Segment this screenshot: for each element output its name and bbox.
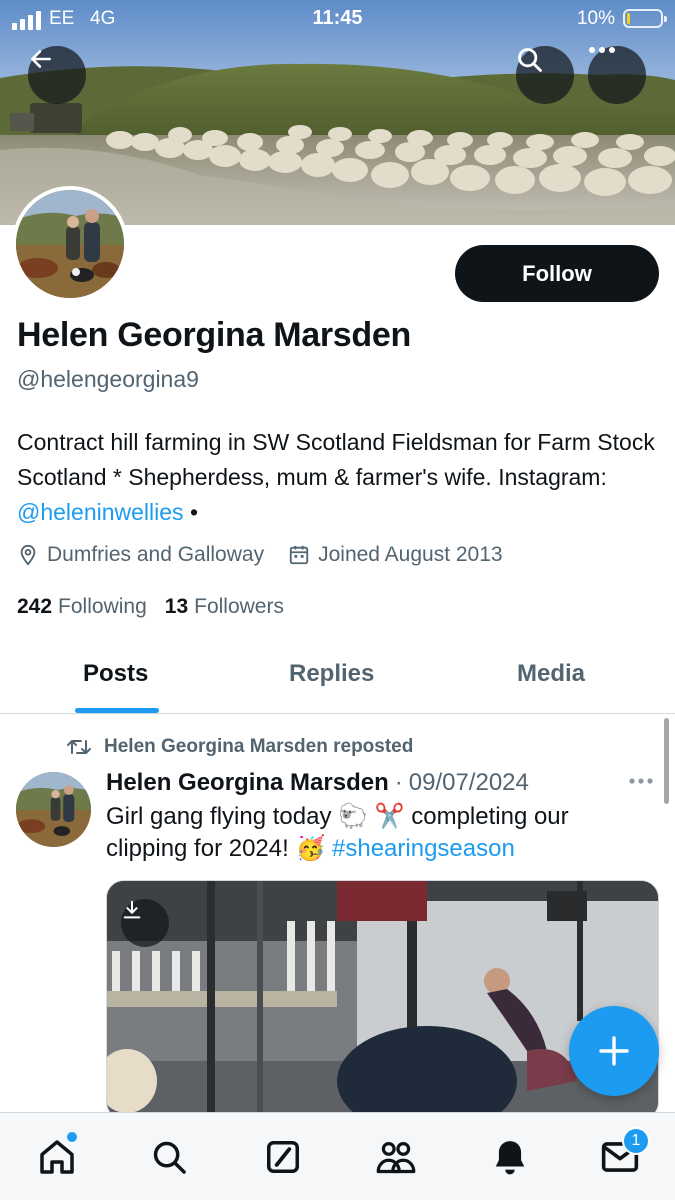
joined-label: Joined August 2013 bbox=[318, 543, 503, 566]
repost-icon bbox=[67, 740, 91, 754]
post-author-avatar[interactable] bbox=[16, 772, 91, 847]
post-separator: · bbox=[394, 769, 403, 796]
nav-messages[interactable]: 1 bbox=[598, 1127, 650, 1179]
post-author-name[interactable]: Helen Georgina Marsden bbox=[106, 769, 389, 797]
calendar-icon bbox=[289, 545, 309, 565]
bottom-navigation: 1 bbox=[0, 1112, 675, 1200]
home-icon bbox=[40, 1140, 74, 1174]
search-icon bbox=[153, 1141, 186, 1174]
bio-suffix: • bbox=[183, 499, 199, 525]
following-stat[interactable]: 242 Following bbox=[17, 595, 147, 619]
search-icon bbox=[518, 48, 542, 72]
download-button[interactable] bbox=[121, 899, 169, 947]
tab-replies[interactable]: Replies bbox=[289, 660, 374, 688]
followers-label: Followers bbox=[194, 595, 284, 618]
battery-percent: 10% bbox=[576, 8, 615, 29]
post-more-button[interactable] bbox=[628, 772, 654, 790]
nav-communities[interactable] bbox=[374, 1135, 418, 1179]
tab-posts[interactable]: Posts bbox=[83, 660, 148, 688]
battery-level bbox=[627, 13, 630, 24]
location-pin-icon bbox=[20, 544, 36, 566]
followers-stat[interactable]: 13 Followers bbox=[165, 595, 284, 619]
following-label: Following bbox=[58, 595, 147, 618]
hashtag-link[interactable]: #shearingseason bbox=[332, 835, 515, 862]
communities-icon bbox=[376, 1141, 416, 1174]
follow-button[interactable]: Follow bbox=[455, 245, 659, 302]
clock: 11:45 bbox=[312, 7, 363, 29]
nav-grok[interactable] bbox=[261, 1135, 305, 1179]
repost-label: Helen Georgina Marsden reposted bbox=[104, 736, 414, 757]
more-options-button[interactable] bbox=[588, 46, 646, 104]
profile-name: Helen Georgina Marsden bbox=[17, 316, 411, 354]
more-horizontal-icon bbox=[629, 778, 653, 784]
followers-count: 13 bbox=[164, 595, 189, 618]
plus-icon bbox=[599, 1036, 629, 1066]
joined-item: Joined August 2013 bbox=[288, 543, 503, 567]
tab-media[interactable]: Media bbox=[517, 660, 585, 688]
post-media[interactable] bbox=[106, 880, 659, 1120]
profile-avatar[interactable] bbox=[12, 186, 128, 302]
avatar-photo bbox=[16, 190, 124, 298]
download-icon bbox=[123, 900, 141, 919]
location-label: Dumfries and Galloway bbox=[47, 543, 265, 566]
profile-banner[interactable]: EE 4G 11:45 10% bbox=[0, 0, 675, 225]
profile-stats: 242 Following 13 Followers bbox=[17, 595, 302, 619]
nav-home[interactable] bbox=[35, 1132, 79, 1179]
battery-icon bbox=[623, 9, 667, 28]
arrow-left-icon bbox=[31, 50, 51, 68]
post-text-line-2: clipping for 2024! 🥳 bbox=[106, 835, 333, 862]
compose-post-button[interactable] bbox=[569, 1006, 659, 1096]
profile-bio: Contract hill farming in SW Scotland Fie… bbox=[17, 425, 657, 530]
back-button[interactable] bbox=[28, 46, 86, 104]
home-unread-dot bbox=[67, 1132, 77, 1142]
grok-icon bbox=[267, 1141, 299, 1173]
notifications-icon bbox=[495, 1141, 525, 1175]
active-tab-indicator bbox=[75, 708, 159, 713]
scrollbar[interactable] bbox=[664, 718, 669, 804]
profile-handle: @helengeorgina9 bbox=[17, 366, 199, 392]
nav-explore[interactable] bbox=[147, 1135, 191, 1179]
messages-badge: 1 bbox=[622, 1127, 650, 1155]
nav-notifications[interactable] bbox=[488, 1135, 532, 1179]
more-horizontal-icon bbox=[589, 47, 615, 53]
post-text: Girl gang flying today 🐑 ✂️ completing o… bbox=[106, 801, 646, 865]
post-date[interactable]: 09/07/2024 bbox=[409, 769, 529, 797]
search-button[interactable] bbox=[516, 46, 574, 104]
repost-indicator[interactable]: Helen Georgina Marsden reposted bbox=[66, 736, 413, 758]
post-header: Helen Georgina Marsden · 09/07/2024 bbox=[106, 769, 529, 797]
following-count: 242 bbox=[17, 595, 53, 618]
avatar-photo bbox=[16, 772, 91, 847]
location-item: Dumfries and Galloway bbox=[17, 543, 264, 567]
bio-text: Contract hill farming in SW Scotland Fie… bbox=[17, 429, 655, 490]
profile-meta: Dumfries and Galloway Joined August 2013 bbox=[17, 543, 527, 567]
post-text-line-1: Girl gang flying today 🐑 ✂️ completing o… bbox=[106, 803, 569, 830]
shearing-shed-photo bbox=[107, 881, 658, 1119]
bio-instagram-link[interactable]: @heleninwellies bbox=[17, 499, 184, 525]
profile-tabs: Posts Replies Media bbox=[0, 636, 675, 714]
status-bar: EE 4G 11:45 10% bbox=[0, 0, 675, 38]
